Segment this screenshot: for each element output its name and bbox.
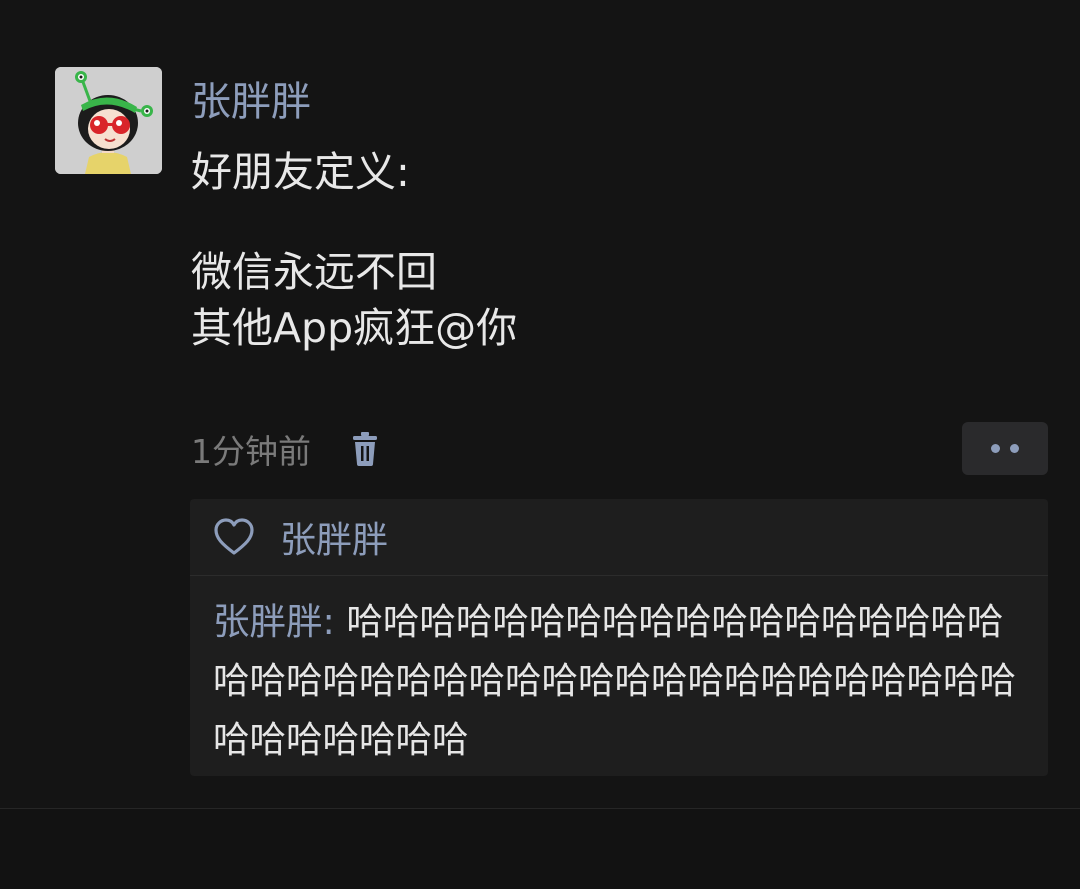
comment-item[interactable]: 张胖胖: 哈哈哈哈哈哈哈哈哈哈哈哈哈哈哈哈哈哈哈哈哈哈哈哈哈哈哈哈哈哈哈哈哈哈哈… xyxy=(213,592,1033,769)
post-content-blank-line xyxy=(191,200,517,244)
post-content-line: 微信永远不回 xyxy=(191,248,437,296)
likes-row: 张胖胖 xyxy=(190,499,1048,575)
moments-post: 张胖胖 好朋友定义: 微信永远不回 其他App疯狂@你 1分钟前 张胖胖 张胖胖… xyxy=(0,0,1080,808)
delete-button[interactable] xyxy=(347,429,383,469)
heart-icon xyxy=(214,518,254,555)
more-actions-button[interactable] xyxy=(962,422,1048,475)
comment-author[interactable]: 张胖胖 xyxy=(213,600,323,643)
post-content: 好朋友定义: 微信永远不回 其他App疯狂@你 xyxy=(191,144,517,356)
avatar[interactable] xyxy=(55,67,162,174)
trash-icon xyxy=(353,432,377,466)
like-button[interactable] xyxy=(212,517,256,557)
more-dots-icon xyxy=(991,444,1000,453)
post-author-name[interactable]: 张胖胖 xyxy=(191,78,311,126)
comment-separator: : xyxy=(322,600,347,643)
next-post-area xyxy=(0,809,1080,889)
like-user-name[interactable]: 张胖胖 xyxy=(280,511,388,563)
post-content-line: 其他App疯狂@你 xyxy=(191,304,518,352)
post-timestamp: 1分钟前 xyxy=(191,432,311,471)
more-dots-icon xyxy=(1010,444,1019,453)
post-content-line: 好朋友定义: xyxy=(191,148,410,196)
likes-comments-panel: 张胖胖 张胖胖: 哈哈哈哈哈哈哈哈哈哈哈哈哈哈哈哈哈哈哈哈哈哈哈哈哈哈哈哈哈哈哈… xyxy=(190,499,1048,776)
divider xyxy=(190,575,1048,576)
cartoon-girl-avatar-icon xyxy=(55,67,162,174)
post-meta: 1分钟前 xyxy=(191,424,383,474)
